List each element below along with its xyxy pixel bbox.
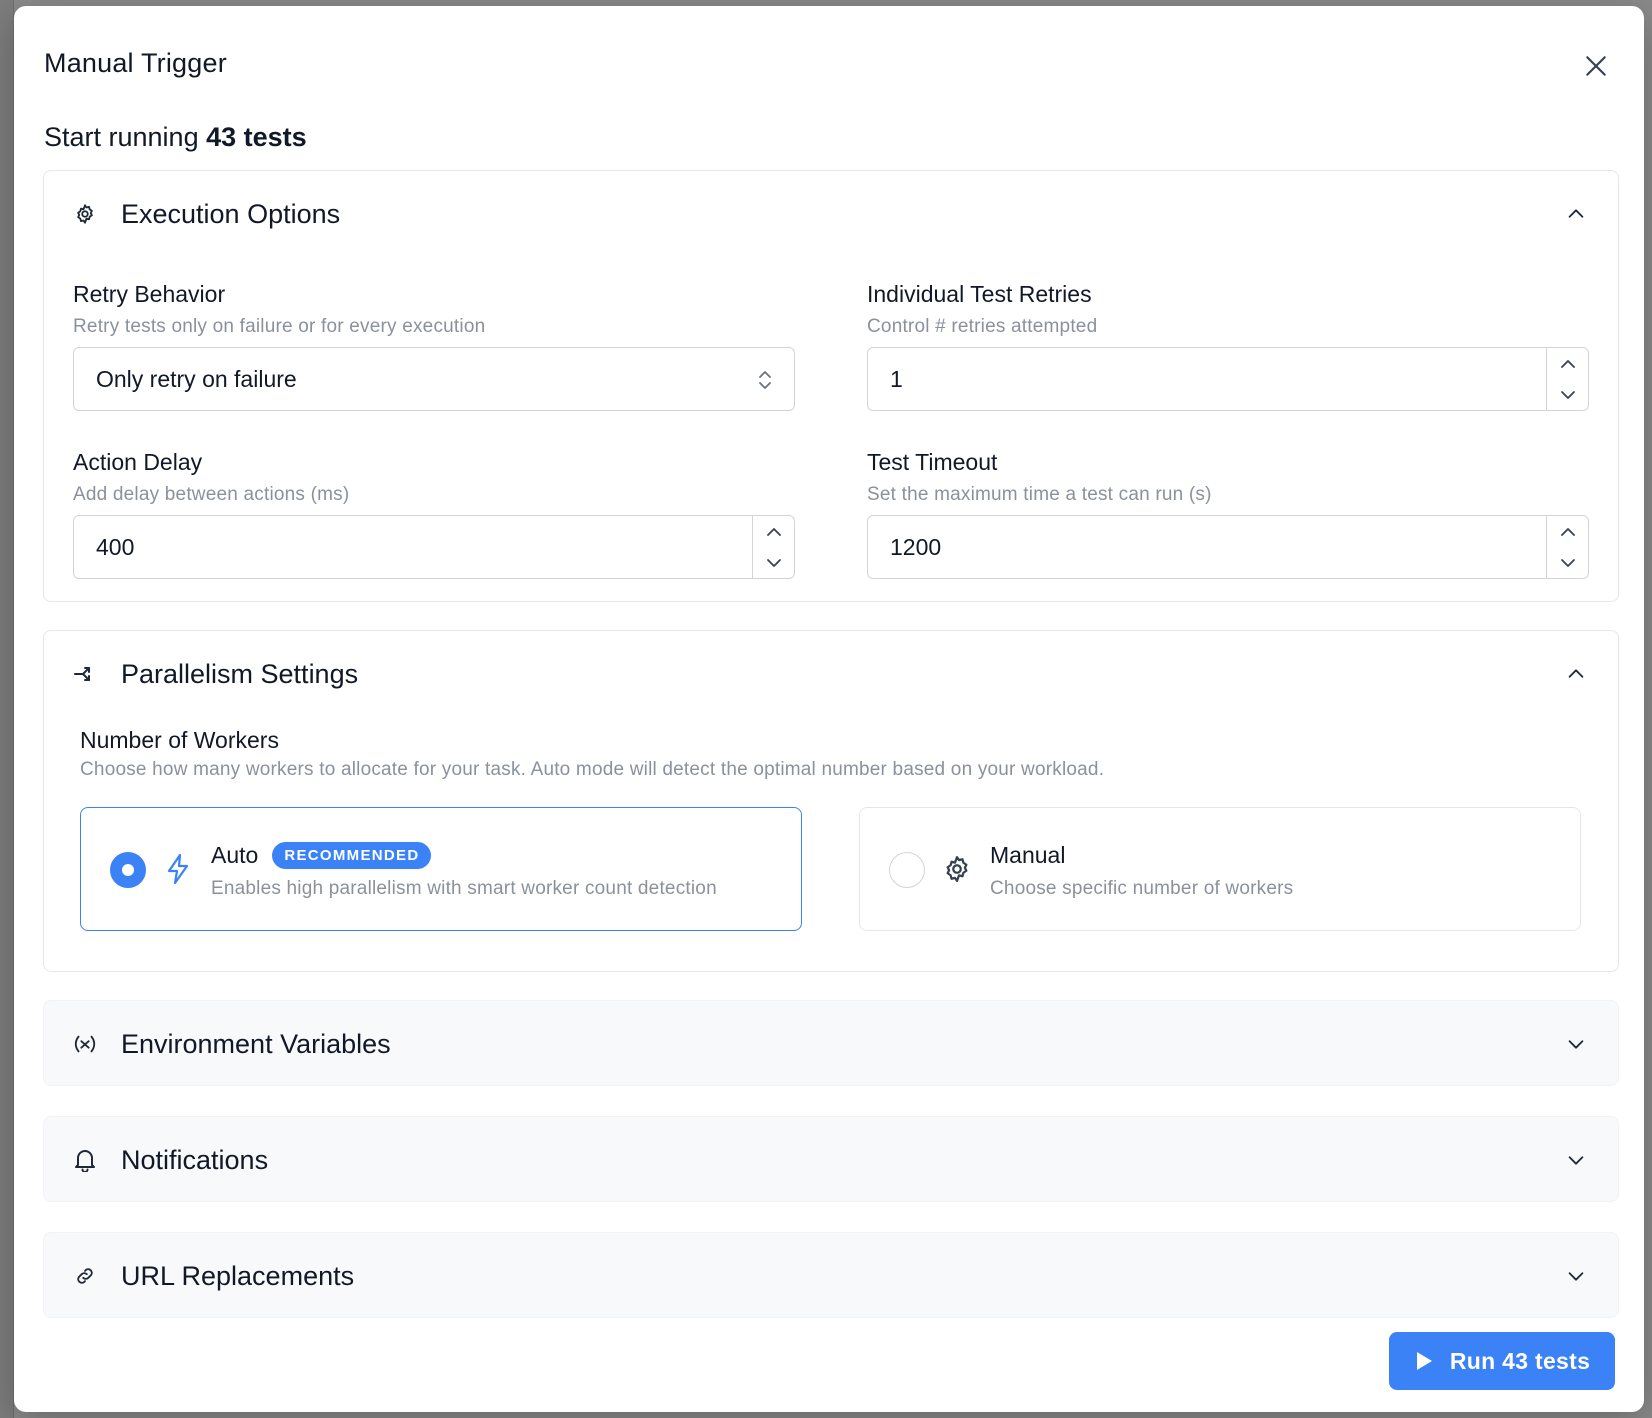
run-tests-label: Run 43 tests [1449,1347,1591,1374]
decrement-button[interactable] [1547,547,1589,578]
test-timeout-label: Test Timeout [867,449,998,475]
notifications-section: Notifications [43,1116,1619,1202]
run-summary-count: 43 tests [206,122,307,152]
decrement-button[interactable] [753,547,795,578]
increment-button[interactable] [753,516,795,547]
run-summary: Start running 43 tests [44,122,307,153]
decrement-button[interactable] [1547,379,1589,410]
auto-radio[interactable] [110,852,146,888]
notifications-title: Notifications [121,1145,269,1175]
test-timeout-field: Test Timeout Set the maximum time a test… [867,449,1589,579]
workers-label: Number of Workers [80,727,279,753]
split-arrows-icon [73,662,97,686]
execution-options-header[interactable]: Execution Options [44,171,1618,257]
play-icon [1416,1352,1432,1370]
close-button[interactable] [1580,50,1612,82]
select-arrows-icon [756,368,774,392]
test-timeout-stepper [1546,516,1588,578]
auto-option-title: Auto RECOMMENDED [211,842,432,869]
individual-retries-stepper [1546,348,1588,410]
retry-behavior-label: Retry Behavior [73,281,226,307]
individual-retries-help: Control # retries attempted [867,316,1098,337]
retry-behavior-select[interactable] [73,347,795,411]
workers-help: Choose how many workers to allocate for … [80,759,1105,780]
retry-behavior-field: Retry Behavior Retry tests only on failu… [73,281,795,411]
individual-retries-label: Individual Test Retries [867,281,1092,307]
lightning-icon [161,852,195,886]
environment-variables-header[interactable]: Environment Variables [44,1001,1618,1087]
manual-option-title: Manual [990,842,1065,869]
retry-behavior-value[interactable] [74,348,794,410]
bell-icon [73,1148,97,1172]
individual-retries-field: Individual Test Retries Control # retrie… [867,281,1589,411]
run-tests-button[interactable]: Run 43 tests [1389,1332,1615,1390]
manual-option-label: Manual [990,842,1066,868]
action-delay-input[interactable] [74,516,794,578]
manual-option-desc: Choose specific number of workers [990,878,1294,899]
manual-radio[interactable] [889,852,925,888]
increment-button[interactable] [1547,348,1589,379]
manual-trigger-modal: Manual Trigger Start running 43 tests Ex… [14,6,1644,1412]
parallelism-settings-header[interactable]: Parallelism Settings [44,631,1618,717]
test-timeout-input[interactable] [868,516,1588,578]
modal-title: Manual Trigger [44,48,227,78]
chevron-down-icon[interactable] [1564,1148,1588,1172]
chevron-up-icon[interactable] [1564,662,1588,686]
parallelism-settings-section: Parallelism Settings Number of Workers C… [43,630,1619,972]
environment-variables-title: Environment Variables [121,1029,391,1059]
action-delay-label: Action Delay [73,449,203,475]
action-delay-stepper [752,516,794,578]
chevron-down-icon [1561,558,1575,567]
action-delay-input-box [73,515,795,579]
chevron-up-icon [1561,359,1575,368]
chevron-down-icon[interactable] [1564,1032,1588,1056]
auto-option-label: Auto [211,842,259,868]
individual-retries-input[interactable] [868,348,1588,410]
gear-icon [940,852,974,886]
url-replacements-header[interactable]: URL Replacements [44,1233,1618,1319]
execution-options-title: Execution Options [121,199,341,229]
chevron-up-icon[interactable] [1564,202,1588,226]
worker-option-manual[interactable]: Manual Choose specific number of workers [859,807,1581,931]
close-icon [1586,56,1606,76]
retry-behavior-help: Retry tests only on failure or for every… [73,316,486,337]
action-delay-help: Add delay between actions (ms) [73,484,350,505]
run-summary-prefix: Start running [44,122,199,152]
parallelism-settings-title: Parallelism Settings [121,659,359,689]
chevron-down-icon [1561,390,1575,399]
individual-retries-input-box [867,347,1589,411]
modal-header: Manual Trigger [44,48,1614,88]
increment-button[interactable] [1547,516,1589,547]
action-delay-field: Action Delay Add delay between actions (… [73,449,795,579]
execution-options-section: Execution Options Retry Behavior Retry t… [43,170,1619,602]
link-icon [73,1264,97,1288]
url-replacements-title: URL Replacements [121,1261,355,1291]
auto-option-desc: Enables high parallelism with smart work… [211,878,717,899]
variable-icon [73,1032,97,1056]
chevron-up-icon [1561,527,1575,536]
chevron-down-icon[interactable] [1564,1264,1588,1288]
notifications-header[interactable]: Notifications [44,1117,1618,1203]
worker-option-auto[interactable]: Auto RECOMMENDED Enables high parallelis… [80,807,802,931]
gear-icon [73,202,97,226]
test-timeout-help: Set the maximum time a test can run (s) [867,484,1212,505]
environment-variables-section: Environment Variables [43,1000,1619,1086]
chevron-down-icon [767,558,781,567]
chevron-up-icon [767,527,781,536]
recommended-badge: RECOMMENDED [272,842,432,869]
url-replacements-section: URL Replacements [43,1232,1619,1318]
background-sidebar [0,0,14,1418]
test-timeout-input-box [867,515,1589,579]
